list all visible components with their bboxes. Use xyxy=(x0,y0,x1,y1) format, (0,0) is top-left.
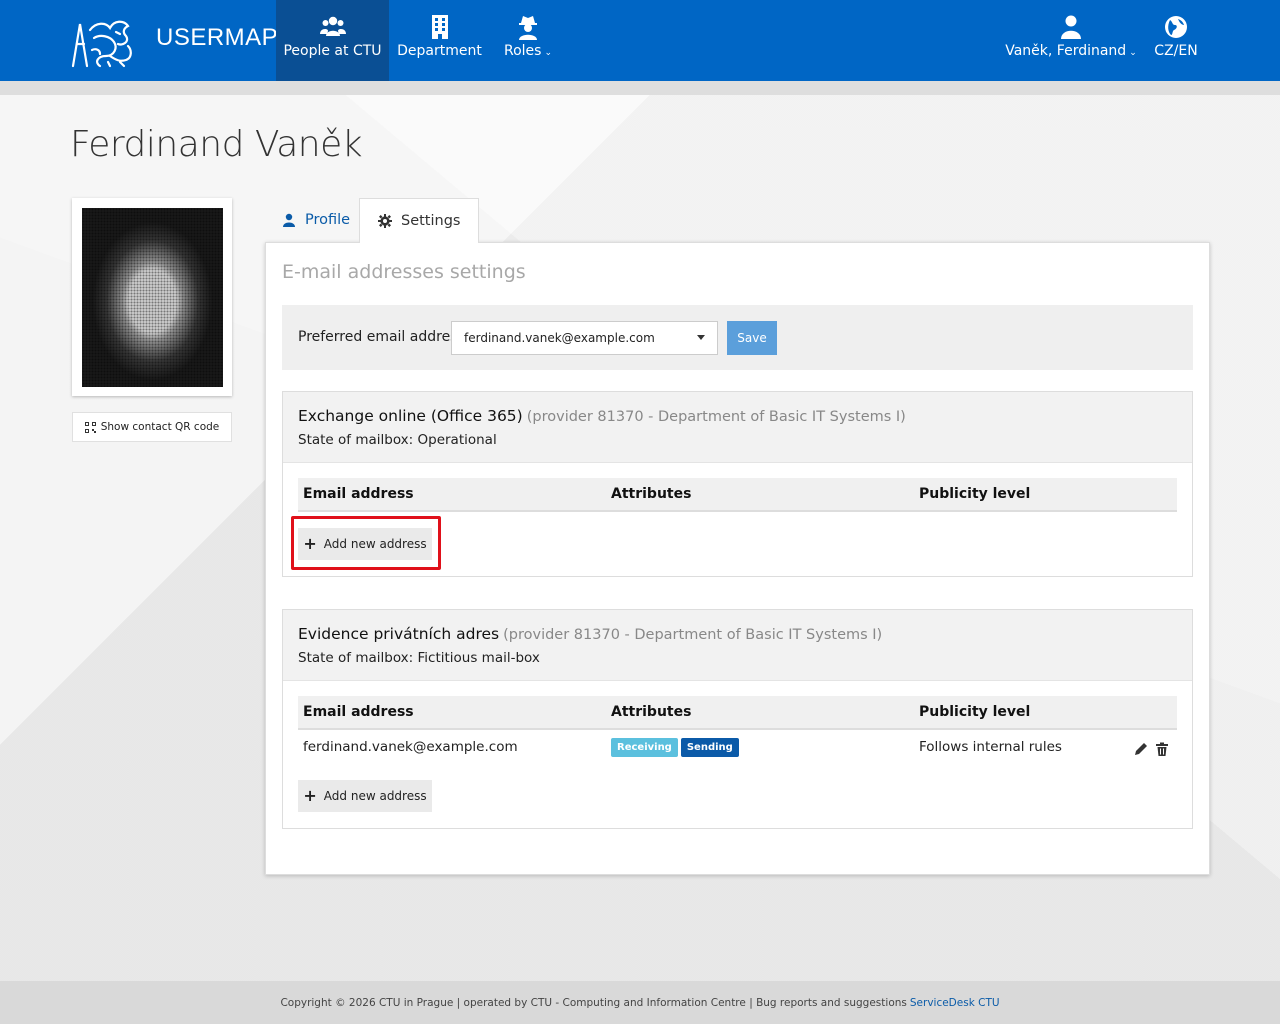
top-navbar: USERMAP People at CTU Department Roles⌄ xyxy=(0,0,1280,81)
users-icon xyxy=(319,16,346,36)
nav-department[interactable]: Department xyxy=(389,0,490,81)
column-email: Email address xyxy=(303,704,414,720)
nav-label: Vaněk, Ferdinand ⌄ xyxy=(1005,43,1137,59)
chevron-down-icon: ⌄ xyxy=(544,48,552,58)
plus-icon: + xyxy=(303,534,317,553)
page-title: Ferdinand Vaněk xyxy=(70,124,363,165)
nav-label: Department xyxy=(397,43,482,59)
globe-icon xyxy=(1165,16,1187,38)
receiving-badge: Receiving xyxy=(611,738,678,757)
qr-button-label: Show contact QR code xyxy=(100,421,220,433)
add-new-address-button[interactable]: + Add new address xyxy=(298,780,432,812)
add-new-address-button[interactable]: + Add new address xyxy=(298,528,432,560)
column-attributes: Attributes xyxy=(611,486,692,502)
preferred-email-label: Preferred email address: xyxy=(298,329,470,345)
preferred-email-select[interactable]: ferdinand.vanek@example.com xyxy=(451,321,718,355)
servicedesk-link[interactable]: ServiceDesk CTU xyxy=(910,997,1000,1009)
nav-label: Roles ⌄ xyxy=(503,43,552,59)
column-publicity: Publicity level xyxy=(919,486,1031,502)
show-qr-code-button[interactable]: Show contact QR code xyxy=(72,412,232,442)
profile-photo-frame xyxy=(72,198,232,396)
mailbox-header: Evidence privátních adres (provider 81370… xyxy=(283,610,1192,681)
nav-roles[interactable]: Roles ⌄ xyxy=(490,0,566,81)
caret-down-icon xyxy=(697,335,705,340)
profile-photo xyxy=(82,208,223,387)
add-button-label: Add new address xyxy=(323,537,427,551)
mailbox-exchange-online: Exchange online (Office 365) (provider 81… xyxy=(282,391,1193,577)
user-icon xyxy=(1061,15,1081,39)
ctu-lion-logo[interactable] xyxy=(70,16,136,68)
email-address-cell: ferdinand.vanek@example.com xyxy=(303,739,518,755)
mailbox-header: Exchange online (Office 365) (provider 81… xyxy=(283,392,1192,463)
mailbox-provider: (provider 81370 - Department of Basic IT… xyxy=(503,627,883,643)
gear-icon xyxy=(378,214,392,228)
preferred-email-value: ferdinand.vanek@example.com xyxy=(464,331,655,345)
column-attributes: Attributes xyxy=(611,704,692,720)
mailbox-provider: (provider 81370 - Department of Basic IT… xyxy=(526,409,906,425)
mailbox-state: State of mailbox: Operational xyxy=(298,432,497,448)
nav-label: People at CTU xyxy=(283,43,382,59)
navbar-divider xyxy=(0,81,1280,95)
publicity-cell: Follows internal rules xyxy=(919,739,1062,755)
tab-label: Profile xyxy=(305,212,351,228)
section-title: E-mail addresses settings xyxy=(282,261,526,283)
tab-settings[interactable]: Settings xyxy=(359,198,480,243)
mailbox-private-addresses: Evidence privátních adres (provider 81370… xyxy=(282,609,1193,829)
column-publicity: Publicity level xyxy=(919,704,1031,720)
table-row: ferdinand.vanek@example.com Receiving Sen… xyxy=(298,730,1177,766)
table-header: Email address Attributes Publicity level xyxy=(298,478,1177,512)
nav-user-menu[interactable]: Vaněk, Ferdinand ⌄ xyxy=(1005,0,1137,81)
settings-panel: E-mail addresses settings Preferred emai… xyxy=(265,242,1210,875)
qrcode-icon xyxy=(84,421,96,433)
sending-badge: Sending xyxy=(680,738,739,757)
chevron-down-icon: ⌄ xyxy=(1129,48,1137,58)
column-email: Email address xyxy=(303,486,414,502)
mailbox-name: Evidence privátních adres (provider 81370… xyxy=(298,625,883,643)
nav-label: CZ/EN xyxy=(1154,43,1198,59)
mailbox-name: Exchange online (Office 365) (provider 81… xyxy=(298,407,906,425)
user-icon xyxy=(283,213,295,227)
user-secret-icon xyxy=(519,16,537,40)
attributes-cell: Receiving Sending xyxy=(611,738,742,757)
nav-language-switch[interactable]: CZ/EN xyxy=(1145,0,1207,81)
plus-icon: + xyxy=(303,786,317,805)
add-button-label: Add new address xyxy=(323,789,427,803)
trash-icon[interactable] xyxy=(1155,742,1169,756)
table-header: Email address Attributes Publicity level xyxy=(298,696,1177,730)
footer-text: Copyright © 2026 CTU in Prague | operate… xyxy=(280,996,907,1009)
building-icon xyxy=(431,15,448,39)
save-button[interactable]: Save xyxy=(727,321,777,355)
preferred-email-box: Preferred email address: ferdinand.vanek… xyxy=(282,305,1193,370)
brand-title[interactable]: USERMAP xyxy=(156,24,278,52)
tab-profile[interactable]: Profile xyxy=(264,198,368,242)
pencil-icon[interactable] xyxy=(1134,742,1148,756)
footer: Copyright © 2026 CTU in Prague | operate… xyxy=(0,981,1280,1024)
nav-people-at-ctu[interactable]: People at CTU xyxy=(276,0,389,81)
tab-label: Settings xyxy=(401,213,461,229)
mailbox-state: State of mailbox: Fictitious mail-box xyxy=(298,650,540,666)
